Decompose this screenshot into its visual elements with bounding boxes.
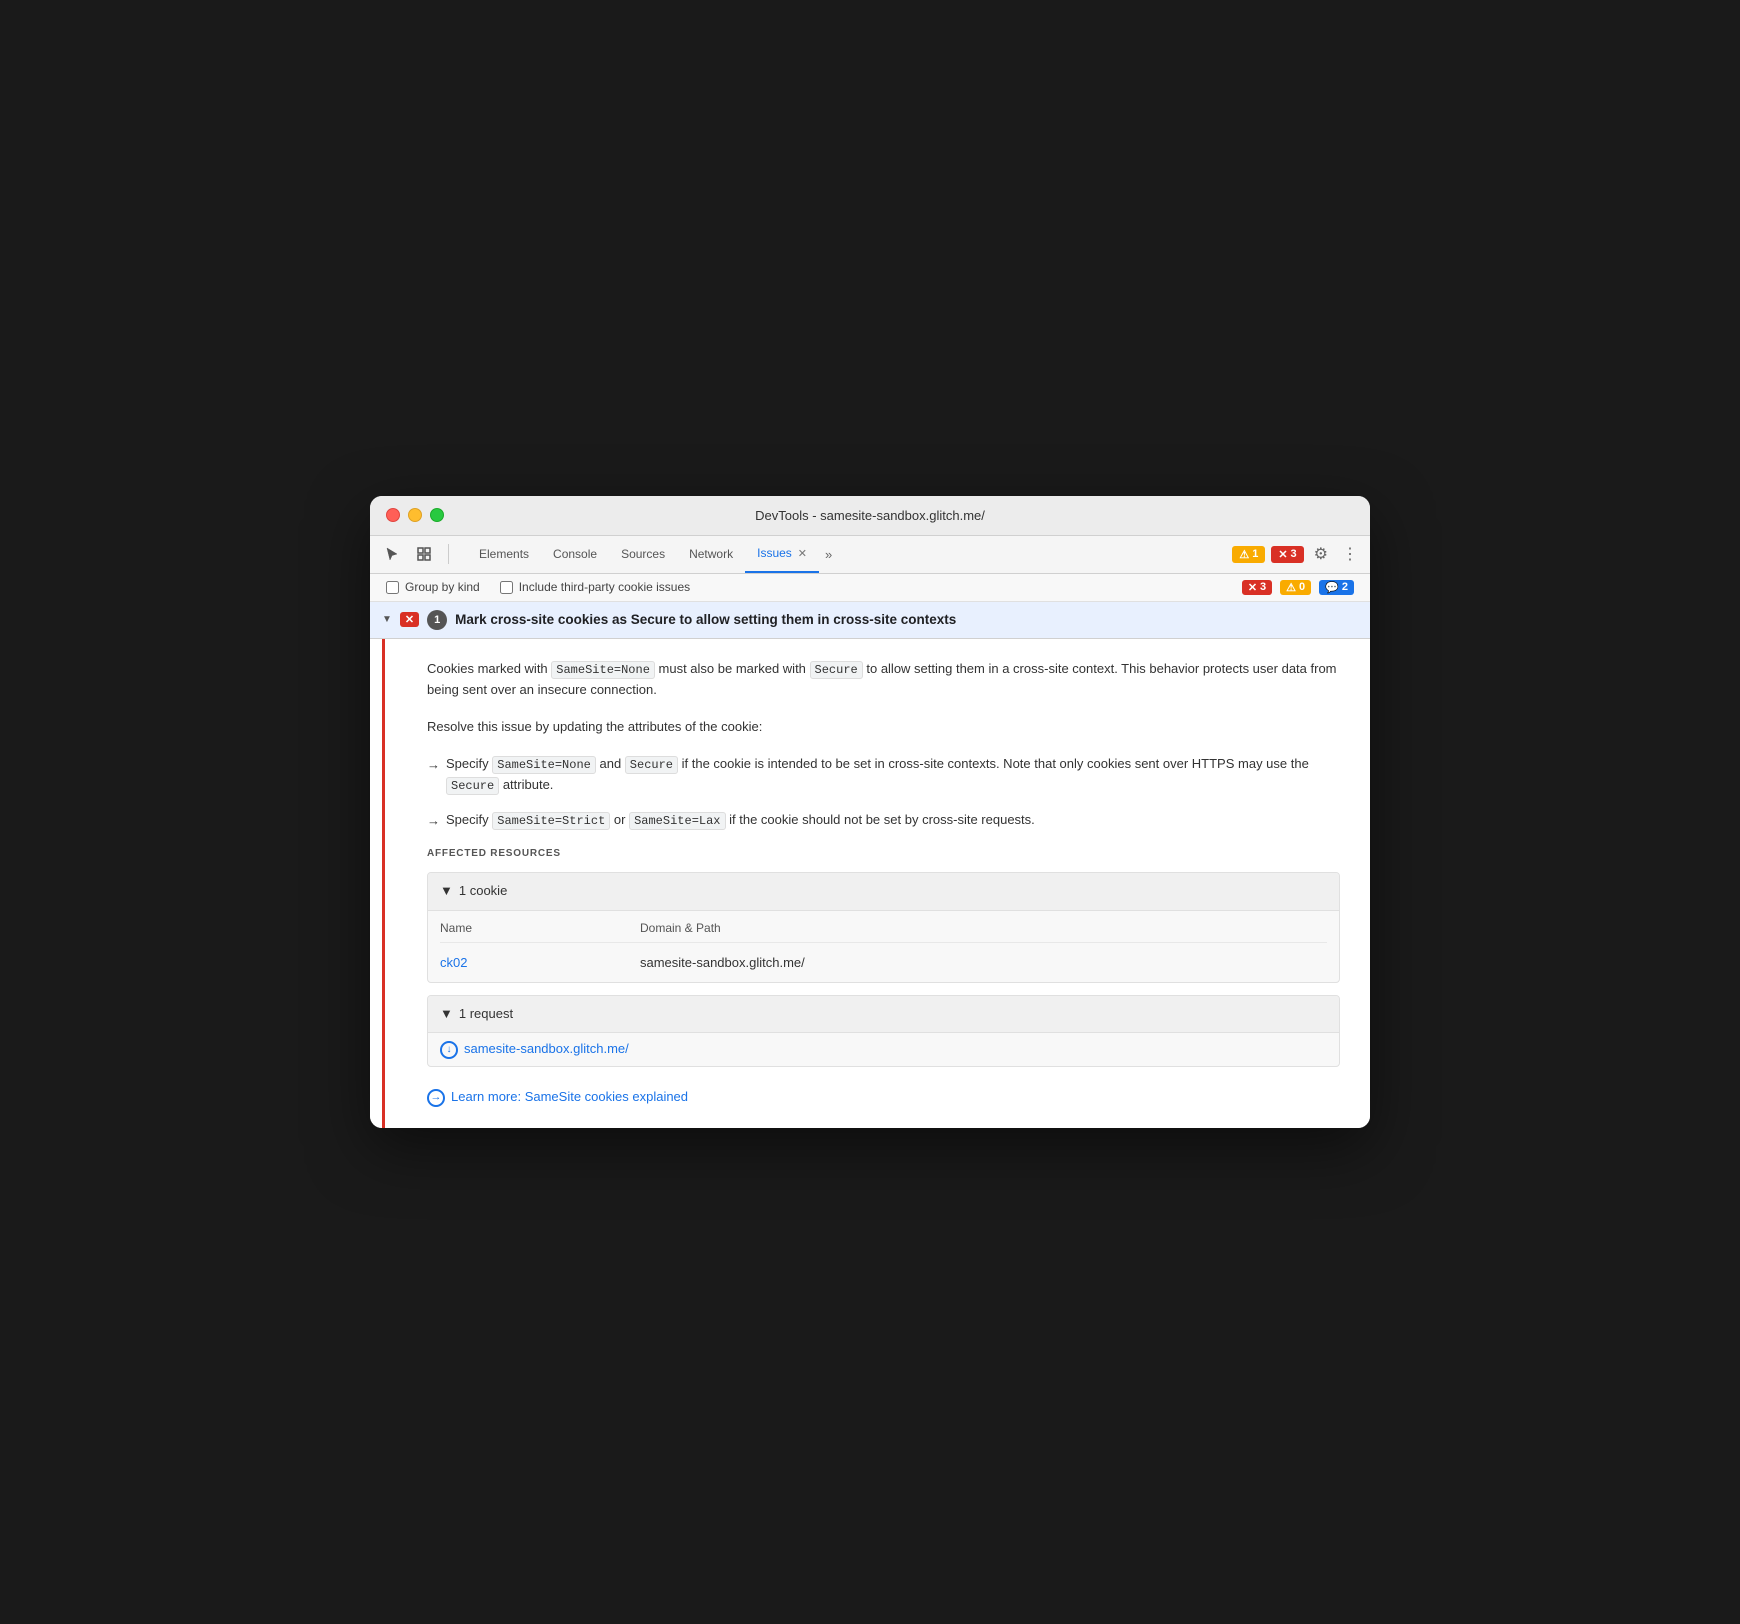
warning-icon: ⚠: [1239, 548, 1249, 561]
code-samesite-none-1: SameSite=None: [551, 661, 655, 679]
tab-console[interactable]: Console: [541, 536, 609, 573]
cursor-icon[interactable]: [378, 540, 406, 568]
more-options-icon[interactable]: ⋮: [1338, 540, 1362, 568]
group-by-kind-filter[interactable]: Group by kind: [386, 580, 480, 594]
request-download-icon: [440, 1041, 458, 1059]
warning-count-icon: ⚠: [1286, 581, 1296, 594]
inspect-icon[interactable]: [410, 540, 438, 568]
bullet-2: → Specify SameSite=Strict or SameSite=La…: [427, 810, 1340, 832]
request-link[interactable]: samesite-sandbox.glitch.me/: [464, 1039, 629, 1060]
code-samesite-lax: SameSite=Lax: [629, 812, 725, 830]
tab-close-icon[interactable]: ✕: [798, 547, 807, 560]
arrow-icon-1: →: [427, 755, 440, 796]
code-samesite-strict: SameSite=Strict: [492, 812, 610, 830]
info-count-icon: 💬: [1325, 581, 1339, 594]
devtools-window: DevTools - samesite-sandbox.glitch.me/: [370, 496, 1370, 1128]
issue-count: 1: [427, 610, 447, 630]
info-count-badge: 💬 2: [1319, 580, 1354, 595]
affected-resources-label: AFFECTED RESOURCES: [427, 846, 1340, 862]
toolbar-icons: [378, 540, 455, 568]
tab-network[interactable]: Network: [677, 536, 745, 573]
warning-badge[interactable]: ⚠ 1: [1232, 546, 1265, 563]
error-badge[interactable]: ✕ 3: [1271, 546, 1303, 563]
tab-overflow-button[interactable]: »: [819, 547, 838, 562]
title-bar: DevTools - samesite-sandbox.glitch.me/: [370, 496, 1370, 536]
third-party-checkbox[interactable]: [500, 581, 513, 594]
code-secure-2: Secure: [625, 756, 678, 774]
issue-title: Mark cross-site cookies as Secure to all…: [455, 612, 1358, 627]
tabs-list: Elements Console Sources Network Issues …: [467, 536, 1232, 573]
toolbar-divider: [448, 544, 449, 564]
code-samesite-none-2: SameSite=None: [492, 756, 596, 774]
issue-header[interactable]: ▼ ✕ 1 Mark cross-site cookies as Secure …: [370, 602, 1370, 639]
resolve-text: Resolve this issue by updating the attri…: [427, 717, 1340, 738]
learn-more-link[interactable]: Learn more: SameSite cookies explained: [451, 1087, 688, 1108]
maximize-button[interactable]: [430, 508, 444, 522]
bullet-2-text: Specify SameSite=Strict or SameSite=Lax …: [446, 810, 1340, 832]
tab-sources[interactable]: Sources: [609, 536, 677, 573]
error-count-badge: ✕ 3: [1242, 580, 1272, 595]
code-secure-3: Secure: [446, 777, 499, 795]
issue-description: Cookies marked with SameSite=None must a…: [427, 659, 1340, 701]
cookie-chevron-icon: ▼: [440, 881, 453, 902]
cookie-link[interactable]: ck02: [440, 955, 467, 970]
request-section-header[interactable]: ▼ 1 request: [428, 996, 1339, 1034]
group-by-kind-checkbox[interactable]: [386, 581, 399, 594]
bullet-1-text: Specify SameSite=None and Secure if the …: [446, 754, 1340, 796]
traffic-lights: [386, 508, 444, 522]
learn-more-icon: →: [427, 1089, 445, 1107]
minimize-button[interactable]: [408, 508, 422, 522]
error-icon: ✕: [1278, 548, 1287, 561]
chevron-down-icon: ▼: [382, 614, 392, 625]
learn-more-section: → Learn more: SameSite cookies explained: [427, 1087, 1340, 1108]
cookie-name[interactable]: ck02: [440, 953, 640, 974]
request-chevron-icon: ▼: [440, 1004, 453, 1025]
cookie-row: ck02 samesite-sandbox.glitch.me/: [440, 949, 1327, 978]
main-content: ▼ ✕ 1 Mark cross-site cookies as Secure …: [370, 602, 1370, 1128]
issue-body: Cookies marked with SameSite=None must a…: [382, 639, 1370, 1128]
third-party-filter[interactable]: Include third-party cookie issues: [500, 580, 690, 594]
tab-bar-actions: ⚠ 1 ✕ 3 ⚙ ⋮: [1232, 540, 1362, 568]
tab-issues[interactable]: Issues ✕: [745, 536, 819, 573]
cookie-section-header[interactable]: ▼ 1 cookie: [428, 873, 1339, 911]
bullet-1: → Specify SameSite=None and Secure if th…: [427, 754, 1340, 796]
cookie-domain: samesite-sandbox.glitch.me/: [640, 953, 1327, 974]
window-title: DevTools - samesite-sandbox.glitch.me/: [755, 508, 985, 523]
col-header-name: Name: [440, 919, 640, 938]
col-header-domain: Domain & Path: [640, 919, 1327, 938]
cookie-table: Name Domain & Path ck02 samesite-sandbox…: [428, 911, 1339, 982]
tab-elements[interactable]: Elements: [467, 536, 541, 573]
warning-count-badge: ⚠ 0: [1280, 580, 1311, 595]
settings-icon[interactable]: ⚙: [1310, 540, 1332, 568]
request-section: ▼ 1 request samesite-sandbox.glitch.me/: [427, 995, 1340, 1068]
request-row: samesite-sandbox.glitch.me/: [428, 1033, 1339, 1066]
tab-bar: Elements Console Sources Network Issues …: [370, 536, 1370, 574]
filter-bar: Group by kind Include third-party cookie…: [370, 574, 1370, 602]
issue-counts: ✕ 3 ⚠ 0 💬 2: [1242, 580, 1354, 595]
cookie-section: ▼ 1 cookie Name Domain & Path ck02 sames…: [427, 872, 1340, 983]
arrow-icon-2: →: [427, 811, 440, 832]
close-button[interactable]: [386, 508, 400, 522]
code-secure-1: Secure: [810, 661, 863, 679]
cookie-table-header: Name Domain & Path: [440, 919, 1327, 943]
issue-error-badge: ✕: [400, 612, 419, 627]
error-count-icon: ✕: [1248, 581, 1257, 594]
